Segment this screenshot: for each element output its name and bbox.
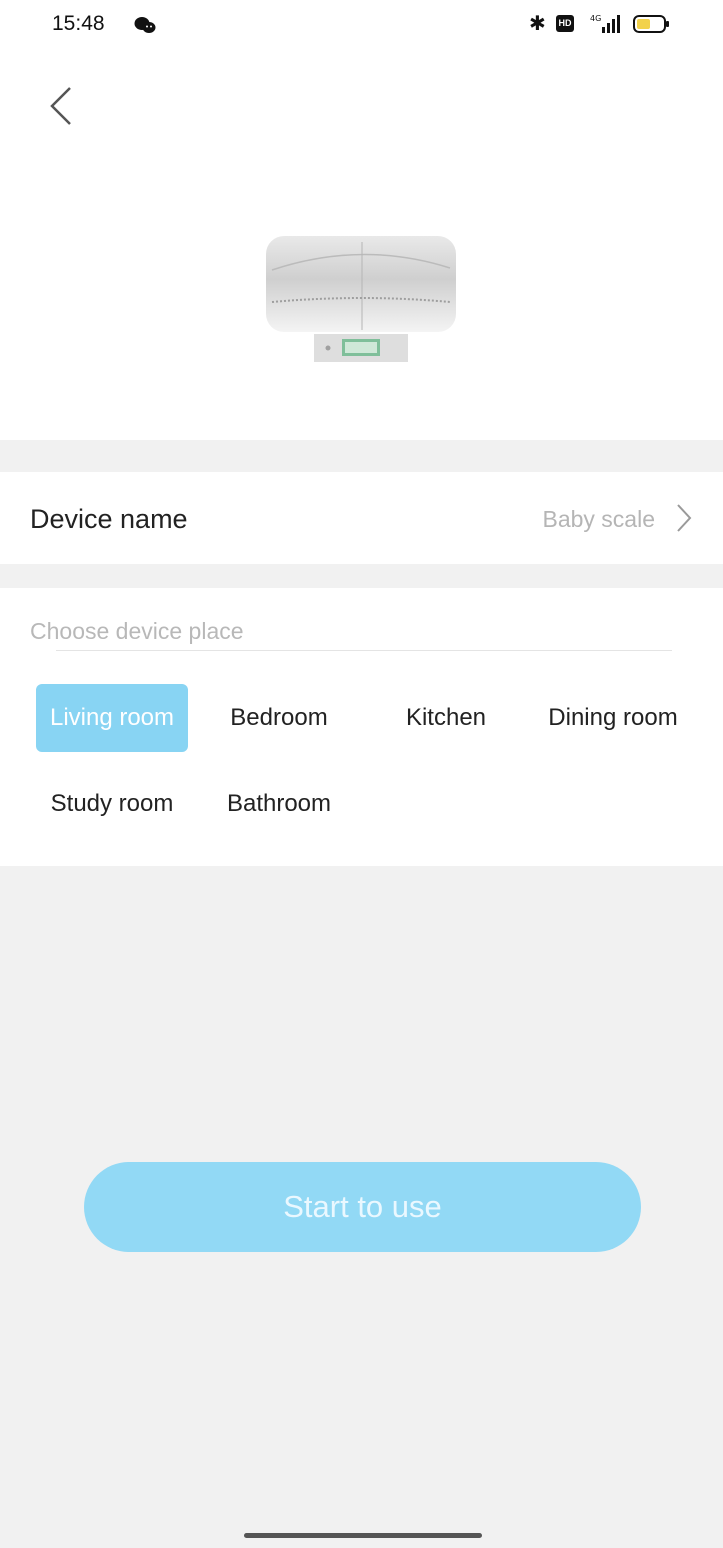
bluetooth-icon: ✱: [529, 13, 546, 35]
place-option-dining-room[interactable]: Dining room: [532, 684, 694, 752]
baby-scale-image: [266, 236, 456, 362]
hd-icon: HD: [556, 15, 574, 32]
chevron-right-icon: [677, 504, 692, 532]
place-section-title: Choose device place: [30, 618, 244, 644]
svg-text:4G: 4G: [590, 14, 601, 23]
device-place-section: Choose device place Living room Bedroom …: [0, 588, 723, 866]
device-name-row[interactable]: Device name Baby scale: [0, 472, 723, 564]
signal-4g-icon: 4G: [590, 14, 620, 33]
home-indicator: [244, 1533, 482, 1538]
place-option-study-room[interactable]: Study room: [36, 770, 188, 838]
place-option-bathroom[interactable]: Bathroom: [204, 770, 354, 838]
device-name-value: Baby scale: [542, 506, 655, 532]
place-option-kitchen[interactable]: Kitchen: [372, 684, 520, 752]
device-name-label: Device name: [30, 504, 188, 534]
wechat-icon: [134, 17, 156, 33]
header-area: [0, 0, 723, 440]
status-bar: 15:48 ✱ HD 4G: [0, 0, 723, 56]
start-to-use-button[interactable]: Start to use: [84, 1162, 641, 1252]
status-time: 15:48: [52, 12, 105, 35]
chevron-left-icon: [50, 87, 71, 125]
back-button[interactable]: [40, 82, 84, 130]
battery-icon: [633, 15, 669, 33]
place-option-living-room[interactable]: Living room: [36, 684, 188, 752]
divider: [56, 650, 672, 651]
place-option-bedroom[interactable]: Bedroom: [204, 684, 354, 752]
